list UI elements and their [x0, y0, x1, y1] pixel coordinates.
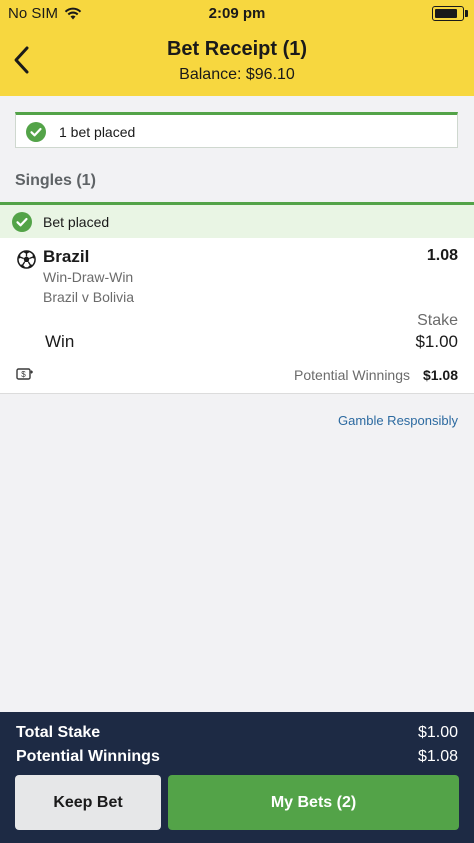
singles-heading: Singles (1) [15, 172, 96, 189]
page-title: Bet Receipt (1) [166, 38, 308, 60]
bet-status-text: Bet placed [43, 214, 110, 230]
balance-label: Balance: $96.10 [179, 66, 295, 83]
battery-icon [432, 6, 468, 21]
selection-name: Brazil [43, 247, 90, 266]
svg-text:$: $ [21, 370, 26, 379]
stake-value: $1.00 [415, 332, 458, 351]
my-bets-button[interactable]: My Bets (2) [168, 775, 459, 830]
bet-type: Win [45, 332, 75, 351]
soccer-ball-icon [17, 250, 36, 269]
selection-odds: 1.08 [426, 247, 458, 264]
bet-card: Brazil 1.08 Win-Draw-Win Brazil v Bolivi… [0, 238, 474, 394]
event-name: Brazil v Bolivia [43, 289, 135, 305]
total-stake-label: Total Stake [16, 724, 101, 741]
check-circle-icon [26, 122, 46, 142]
market-name: Win-Draw-Win [43, 269, 134, 285]
gamble-responsibly-link[interactable]: Gamble Responsibly [338, 413, 458, 428]
cash-out-icon: $ [16, 368, 33, 380]
status-time: 2:09 pm [208, 5, 266, 22]
footer-summary: Total Stake $1.00 Potential Winnings $1.… [0, 712, 474, 843]
battery-fill [435, 9, 457, 18]
potential-winnings-value: $1.08 [422, 367, 458, 383]
potential-winnings-label: Potential Winnings [294, 367, 410, 383]
keep-bet-button[interactable]: Keep Bet [15, 775, 161, 830]
stake-label: Stake [417, 312, 458, 329]
check-circle-icon [12, 212, 32, 232]
bet-status-banner: Bet placed [0, 202, 474, 238]
status-bar: No SIM 2:09 pm [0, 0, 474, 26]
footer-potential-value: $1.08 [417, 748, 458, 765]
footer-potential-label: Potential Winnings [16, 748, 160, 765]
total-stake-value: $1.00 [417, 724, 458, 741]
banner-text: 1 bet placed [59, 124, 136, 140]
bets-placed-banner: 1 bet placed [15, 112, 458, 148]
header-bar: No SIM 2:09 pm Bet Receipt (1) Balance: … [0, 0, 474, 96]
